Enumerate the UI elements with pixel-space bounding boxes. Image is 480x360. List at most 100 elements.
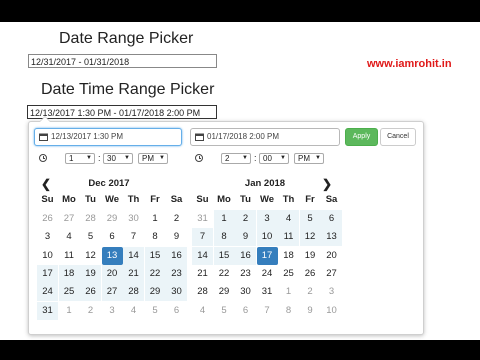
left-hour-select[interactable]: 1 ▼ (65, 153, 95, 164)
right-hour-select[interactable]: 2 ▼ (221, 153, 251, 164)
right-calendar-day[interactable]: 10 (256, 228, 278, 247)
right-calendar-day[interactable]: 2 (300, 283, 321, 301)
left-calendar-day[interactable]: 9 (166, 228, 187, 246)
apply-button[interactable]: Apply (345, 128, 378, 146)
left-calendar-day[interactable]: 25 (58, 283, 80, 302)
right-calendar-day[interactable]: 15 (213, 246, 235, 265)
left-calendar-day[interactable]: 2 (80, 302, 101, 320)
left-calendar-day[interactable]: 5 (80, 228, 101, 246)
end-date-input[interactable]: 01/17/2018 2:00 PM (190, 128, 340, 146)
left-minute-select[interactable]: 30 ▼ (103, 153, 133, 164)
right-calendar-day[interactable]: 8 (213, 228, 235, 247)
left-calendar-day[interactable]: 12 (80, 247, 101, 265)
date-range-input[interactable]: 12/31/2017 - 01/31/2018 (28, 54, 217, 68)
left-calendar-day[interactable]: 3 (37, 228, 58, 246)
left-calendar-day[interactable]: 16 (166, 246, 187, 265)
right-calendar-day[interactable]: 8 (278, 302, 299, 320)
left-calendar-day[interactable]: 26 (80, 283, 101, 302)
left-calendar-day[interactable]: 1 (145, 210, 166, 228)
left-calendar-day[interactable]: 5 (145, 302, 166, 320)
left-calendar-day[interactable]: 28 (123, 283, 144, 302)
left-calendar-day[interactable]: 29 (102, 210, 123, 228)
right-minute-select[interactable]: 00 ▼ (259, 153, 289, 164)
right-calendar-day[interactable]: 27 (321, 265, 342, 283)
right-calendar-day[interactable]: 7 (257, 302, 278, 320)
left-calendar-day[interactable]: 14 (123, 246, 144, 265)
right-calendar-day[interactable]: 25 (278, 265, 299, 283)
left-calendar-day[interactable]: 23 (166, 264, 187, 283)
left-calendar-day[interactable]: 2 (166, 210, 187, 228)
right-calendar-day[interactable]: 5 (214, 302, 235, 320)
right-calendar-day[interactable]: 31 (257, 283, 278, 301)
right-calendar-day[interactable]: 30 (235, 283, 256, 301)
left-calendar-day[interactable]: 28 (80, 210, 101, 228)
right-calendar-day[interactable]: 9 (300, 302, 321, 320)
left-calendar-day[interactable]: 22 (144, 264, 166, 283)
left-calendar-day[interactable]: 21 (123, 264, 144, 283)
right-calendar-day[interactable]: 14 (192, 246, 213, 265)
left-calendar-day[interactable]: 17 (37, 264, 58, 283)
prev-month-icon[interactable]: ❮ (41, 177, 51, 191)
right-calendar-day[interactable]: 17 (256, 246, 278, 265)
left-calendar-day[interactable]: 20 (101, 264, 123, 283)
right-calendar-day[interactable]: 7 (192, 228, 213, 247)
brand-link[interactable]: www.iamrohit.in (367, 58, 452, 70)
right-calendar-day[interactable]: 18 (278, 247, 299, 265)
left-calendar-day[interactable]: 26 (37, 210, 58, 228)
right-calendar-day[interactable]: 9 (235, 228, 256, 247)
left-ampm-select[interactable]: PM ▼ (138, 153, 168, 164)
right-calendar-day[interactable]: 5 (299, 210, 321, 228)
date-time-range-input[interactable]: 12/13/2017 1:30 PM - 01/17/2018 2:00 PM (27, 105, 217, 119)
left-calendar-day[interactable]: 4 (123, 302, 144, 320)
left-calendar-day[interactable]: 30 (166, 283, 187, 302)
left-calendar-day[interactable]: 31 (37, 301, 58, 320)
right-calendar-day[interactable]: 6 (321, 210, 342, 228)
right-calendar-day[interactable]: 1 (278, 283, 299, 301)
left-calendar-day[interactable]: 6 (102, 228, 123, 246)
right-calendar-day[interactable]: 2 (235, 210, 256, 228)
right-calendar-day[interactable]: 10 (321, 302, 342, 320)
left-calendar-day[interactable]: 15 (144, 246, 166, 265)
left-calendar-day[interactable]: 27 (59, 210, 80, 228)
left-calendar-day[interactable]: 6 (166, 302, 187, 320)
right-calendar-day[interactable]: 28 (192, 283, 213, 301)
left-calendar-day[interactable]: 7 (123, 228, 144, 246)
right-calendar-day[interactable]: 4 (278, 210, 299, 228)
left-calendar-day[interactable]: 13 (101, 246, 123, 265)
left-calendar-day[interactable]: 1 (59, 302, 80, 320)
right-calendar-day[interactable]: 3 (321, 283, 342, 301)
date-range-heading: Date Range Picker (59, 30, 194, 47)
left-calendar-day[interactable]: 8 (145, 228, 166, 246)
left-calendar-day[interactable]: 4 (59, 228, 80, 246)
right-calendar-day[interactable]: 11 (278, 228, 299, 247)
right-calendar-day[interactable]: 1 (213, 210, 235, 228)
left-calendar-day[interactable]: 11 (59, 247, 80, 265)
right-calendar-day[interactable]: 13 (321, 228, 342, 247)
left-calendar-day[interactable]: 30 (123, 210, 144, 228)
right-calendar-day[interactable]: 26 (300, 265, 321, 283)
right-calendar-day[interactable]: 23 (235, 265, 256, 283)
next-month-icon[interactable]: ❯ (322, 177, 332, 191)
right-calendar-day[interactable]: 21 (192, 265, 213, 283)
left-calendar-day[interactable]: 24 (37, 283, 58, 302)
right-calendar-day[interactable]: 12 (299, 228, 321, 247)
right-calendar-day[interactable]: 20 (321, 247, 342, 265)
right-calendar-day[interactable]: 16 (235, 246, 256, 265)
right-calendar-day[interactable]: 31 (192, 210, 213, 228)
left-calendar-day[interactable]: 18 (58, 264, 80, 283)
right-calendar-day[interactable]: 6 (235, 302, 256, 320)
cancel-button[interactable]: Cancel (380, 128, 416, 146)
left-calendar-day[interactable]: 27 (101, 283, 123, 302)
right-calendar-day[interactable]: 29 (214, 283, 235, 301)
right-calendar-day[interactable]: 19 (300, 247, 321, 265)
left-calendar-day[interactable]: 10 (37, 247, 58, 265)
right-calendar-day[interactable]: 3 (256, 210, 278, 228)
left-calendar-day[interactable]: 19 (80, 264, 101, 283)
right-calendar-day[interactable]: 4 (192, 302, 213, 320)
right-calendar-day[interactable]: 22 (214, 265, 235, 283)
left-calendar-day[interactable]: 3 (102, 302, 123, 320)
left-calendar-day[interactable]: 29 (144, 283, 166, 302)
right-ampm-select[interactable]: PM ▼ (294, 153, 324, 164)
right-calendar-day[interactable]: 24 (257, 265, 278, 283)
start-date-input[interactable]: 12/13/2017 1:30 PM (34, 128, 182, 146)
